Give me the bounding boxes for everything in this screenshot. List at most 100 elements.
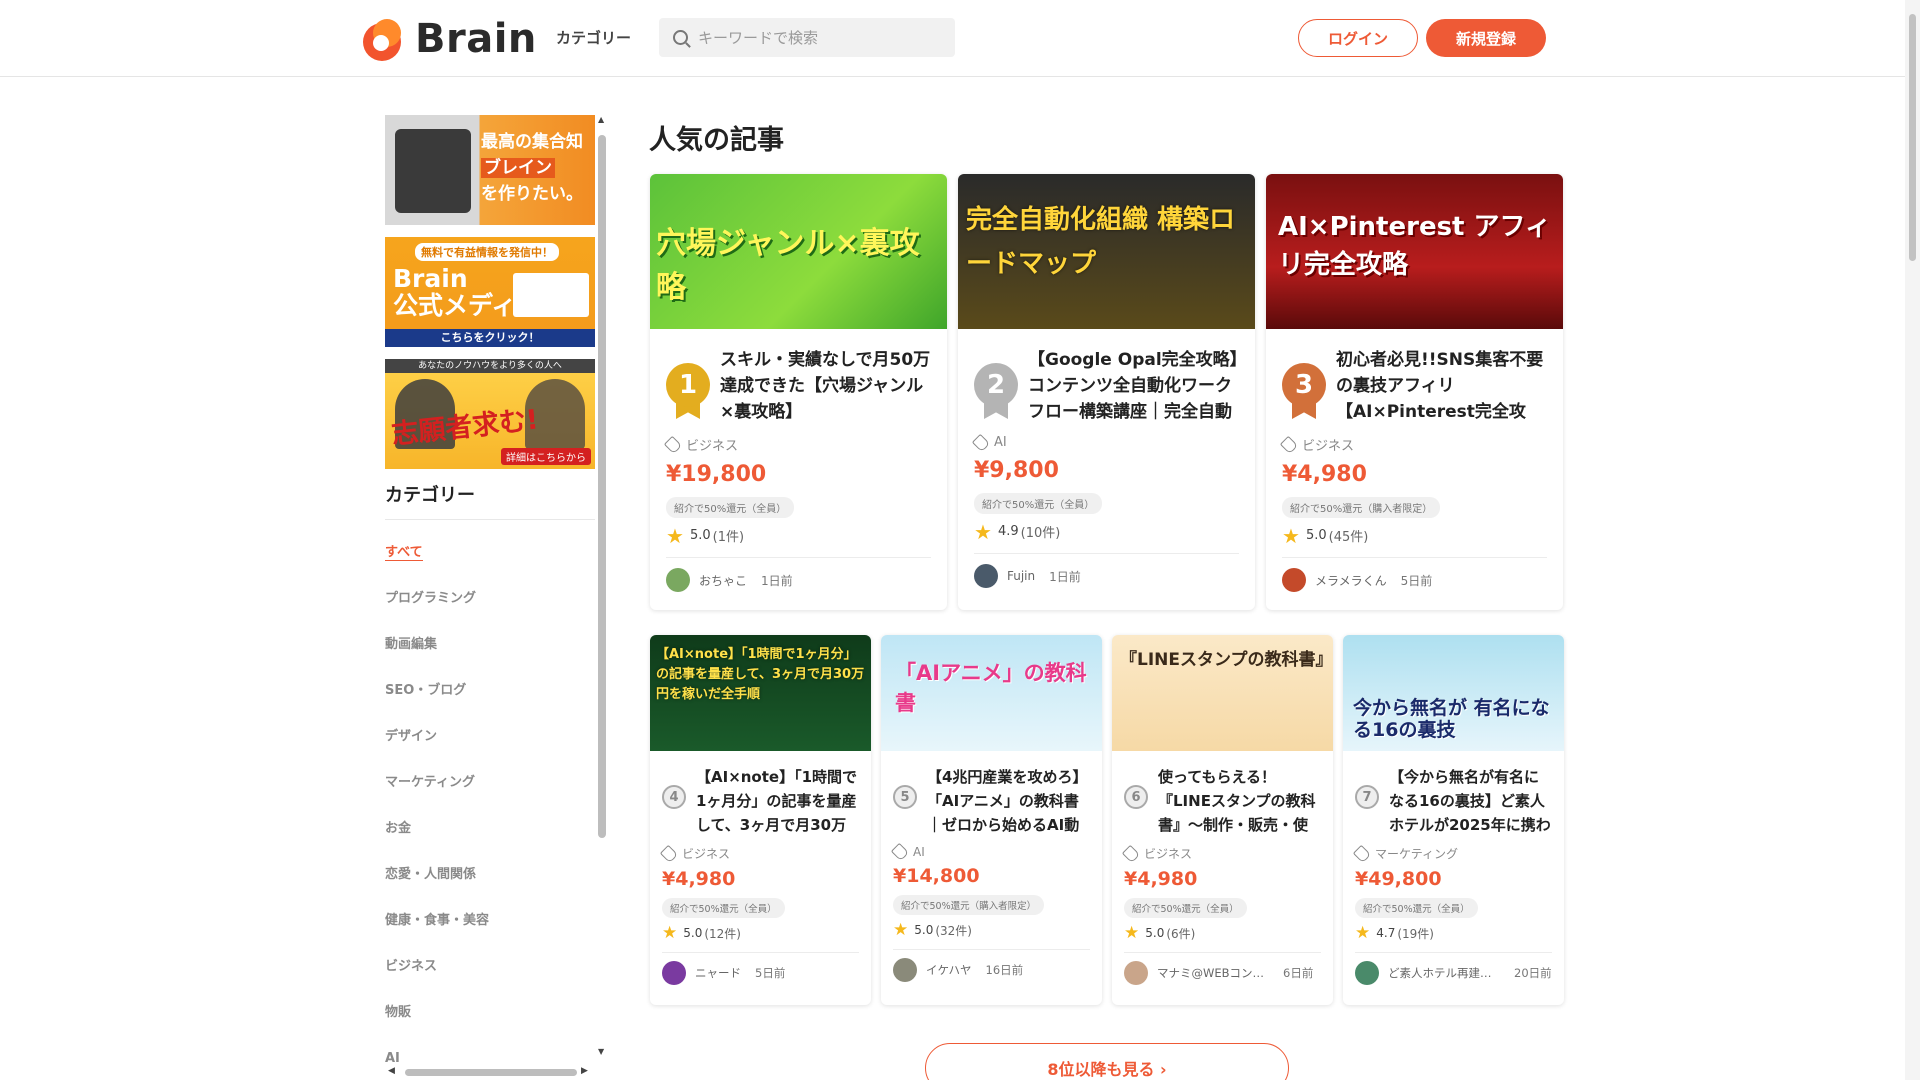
article-tag[interactable]: ビジネス bbox=[1121, 844, 1321, 863]
article-tag[interactable]: ビジネス bbox=[1279, 435, 1547, 454]
category-nav-link[interactable]: カテゴリー bbox=[556, 27, 631, 48]
show-more-button[interactable]: 8位以降も見る › bbox=[925, 1043, 1289, 1080]
category-item-retail[interactable]: 物販 bbox=[385, 990, 607, 1036]
page-title: 人気の記事 bbox=[649, 125, 784, 156]
category-item-money[interactable]: お金 bbox=[385, 806, 607, 852]
banner-recruit[interactable]: あなたのノウハウをより多くの人へ 志願者求む! 詳細はこちらから bbox=[385, 359, 595, 469]
rank-3-medal-icon: 3 bbox=[1282, 363, 1326, 419]
article-author[interactable]: メラメラくん 5日前 bbox=[1282, 557, 1547, 592]
article-author[interactable]: マナミ@WEBコンサル 6日前 bbox=[1124, 952, 1321, 985]
article-rating: ★ 5.0 (1件) bbox=[666, 523, 745, 548]
article-card[interactable]: 『LINEスタンプの教科書』 6 使ってもらえる！『LINEスタンプの教科書』〜… bbox=[1112, 635, 1333, 1005]
article-author[interactable]: イケハヤ 16日前 bbox=[893, 949, 1090, 982]
article-title[interactable]: 【今から無名が有名になる16の裏技】ど素人ホテルが2025年に携わった bbox=[1389, 765, 1552, 837]
article-rating: ★ 5.0 (32件) bbox=[893, 920, 972, 940]
banner-official-media[interactable]: 無料で有益情報を発信中！ Brain 公式メディア こちらをクリック！ bbox=[385, 237, 595, 347]
category-item-video-editing[interactable]: 動画編集 bbox=[385, 622, 607, 668]
rank-badge: 5 bbox=[893, 785, 917, 809]
article-thumbnail: 今から無名が 有名になる16の裏技 bbox=[1343, 635, 1564, 751]
sidebar-horizontal-scrollbar[interactable]: ◀ ▶ bbox=[385, 1066, 590, 1078]
category-item-relationships[interactable]: 恋愛・人間関係 bbox=[385, 852, 607, 898]
article-title[interactable]: 【Google Opal完全攻略】コンテンツ全自動化ワークフロー構築講座｜完全自… bbox=[1028, 347, 1239, 425]
referral-badge: 紹介で50%還元（全員） bbox=[666, 497, 795, 518]
sidebar-scrollbar[interactable]: ▲ ▼ bbox=[597, 115, 607, 1060]
banner-text: ブレイン bbox=[481, 158, 555, 178]
article-title[interactable]: 【AI×note】「1時間で1ヶ月分」の記事を量産して、3ヶ月で月30万円を稼い… bbox=[696, 765, 859, 837]
signup-button[interactable]: 新規登録 bbox=[1426, 19, 1546, 57]
article-tag[interactable]: ビジネス bbox=[659, 844, 859, 863]
thumbnail-text: 穴場ジャンル×裏攻略 bbox=[656, 226, 920, 305]
window-scrollbar[interactable] bbox=[1905, 0, 1920, 1080]
article-price: ¥9,800 bbox=[974, 458, 1059, 483]
scroll-right-arrow-icon[interactable]: ▶ bbox=[581, 1066, 588, 1076]
article-card[interactable]: 【AI×note】「1時間で1ヶ月分」の記事を量産して、3ヶ月で月30万円を稼い… bbox=[650, 635, 871, 1005]
referral-badge: 紹介で50%還元（購入者限定） bbox=[893, 895, 1045, 915]
article-author[interactable]: おちゃこ 1日前 bbox=[666, 557, 931, 592]
search-input[interactable] bbox=[698, 28, 938, 47]
article-card[interactable]: 「AIアニメ」の教科書 5 【4兆円産業を攻めろ】「AIアニメ」の教科書｜ゼロか… bbox=[881, 635, 1102, 1005]
tag-icon bbox=[659, 844, 679, 863]
article-author[interactable]: Fujin 1日前 bbox=[974, 553, 1239, 588]
avatar bbox=[1124, 961, 1148, 985]
category-item-seo-blog[interactable]: SEO・ブログ bbox=[385, 668, 607, 714]
tag-icon bbox=[1121, 844, 1141, 863]
article-price: ¥4,980 bbox=[662, 868, 736, 890]
banner-brain-concept[interactable]: 最高の集合知 ブレイン を作りたい。 bbox=[385, 115, 595, 225]
article-rating: ★ 5.0 (45件) bbox=[1282, 523, 1369, 548]
article-title[interactable]: 【4兆円産業を攻めろ】「AIアニメ」の教科書｜ゼロから始めるAI動画制作 bbox=[927, 765, 1090, 837]
person-photo bbox=[395, 129, 471, 213]
scroll-down-arrow-icon[interactable]: ▼ bbox=[598, 1047, 604, 1056]
star-icon: ★ bbox=[1124, 923, 1140, 943]
avatar bbox=[1282, 568, 1306, 592]
article-title[interactable]: 初心者必見!!SNS集客不要の裏技アフィリ【AI×Pinterest完全攻略】 bbox=[1336, 347, 1547, 425]
login-button[interactable]: ログイン bbox=[1298, 19, 1418, 57]
category-item-design[interactable]: デザイン bbox=[385, 714, 607, 760]
category-item-marketing[interactable]: マーケティング bbox=[385, 760, 607, 806]
scroll-up-arrow-icon[interactable]: ▲ bbox=[598, 115, 604, 124]
referral-badge: 紹介で50%還元（全員） bbox=[1124, 898, 1247, 918]
category-item-programming[interactable]: プログラミング bbox=[385, 576, 607, 622]
category-item-business[interactable]: ビジネス bbox=[385, 944, 607, 990]
sidebar-scrollbar-thumb[interactable] bbox=[598, 135, 606, 838]
brain-logo-icon bbox=[359, 17, 407, 61]
article-tag[interactable]: マーケティング bbox=[1352, 844, 1552, 863]
rank-badge: 6 bbox=[1124, 785, 1148, 809]
article-rating: ★ 4.7 (19件) bbox=[1355, 923, 1434, 943]
article-card[interactable]: 完全自動化組織 構築ロードマップ 2 【Google Opal完全攻略】コンテン… bbox=[958, 174, 1255, 610]
article-thumbnail: 穴場ジャンル×裏攻略 bbox=[650, 174, 947, 329]
tag-icon bbox=[890, 842, 910, 862]
rank-badge: 7 bbox=[1355, 785, 1379, 809]
sidebar-horizontal-scrollbar-thumb[interactable] bbox=[405, 1069, 577, 1076]
article-price: ¥49,800 bbox=[1355, 868, 1442, 890]
article-thumbnail: 「AIアニメ」の教科書 bbox=[881, 635, 1102, 751]
article-tag[interactable]: ビジネス bbox=[663, 435, 931, 454]
search-box[interactable] bbox=[659, 18, 955, 57]
article-author[interactable]: ニャード 5日前 bbox=[662, 952, 859, 985]
article-tag[interactable]: AI bbox=[890, 842, 1090, 862]
article-author[interactable]: ど素人ホテル再建計画 20日前 bbox=[1355, 952, 1552, 985]
thumbnail-text: 今から無名が 有名になる16の裏技 bbox=[1353, 697, 1550, 741]
article-tag[interactable]: AI bbox=[971, 433, 1239, 452]
screen-graphic bbox=[513, 273, 589, 317]
brain-logo[interactable]: Brain bbox=[359, 16, 537, 62]
category-item-all[interactable]: すべて bbox=[385, 530, 607, 576]
star-icon: ★ bbox=[974, 519, 992, 544]
article-card[interactable]: AI×Pinterest アフィリ完全攻略 3 初心者必見!!SNS集客不要の裏… bbox=[1266, 174, 1563, 610]
star-icon: ★ bbox=[1282, 523, 1300, 548]
thumbnail-text: 完全自動化組織 構築ロードマップ bbox=[966, 205, 1236, 279]
category-item-health[interactable]: 健康・食事・美容 bbox=[385, 898, 607, 944]
category-list: すべて プログラミング 動画編集 SEO・ブログ デザイン マーケティング お金… bbox=[385, 530, 607, 1080]
article-price: ¥4,980 bbox=[1124, 868, 1198, 890]
article-price: ¥14,800 bbox=[893, 865, 980, 887]
article-title[interactable]: 使ってもらえる！『LINEスタンプの教科書』〜制作・販売・使ってもらうためにやる… bbox=[1158, 765, 1321, 837]
tag-icon bbox=[663, 435, 683, 454]
rank-badge: 4 bbox=[662, 785, 686, 809]
article-card[interactable]: 穴場ジャンル×裏攻略 1 スキル・実績なしで月50万達成できた【穴場ジャンル×裏… bbox=[650, 174, 947, 610]
scroll-left-arrow-icon[interactable]: ◀ bbox=[388, 1066, 395, 1076]
referral-badge: 紹介で50%還元（購入者限定） bbox=[1282, 497, 1441, 518]
article-title[interactable]: スキル・実績なしで月50万達成できた【穴場ジャンル×裏攻略】 bbox=[720, 347, 931, 425]
rank-1-medal-icon: 1 bbox=[666, 363, 710, 419]
article-card[interactable]: 今から無名が 有名になる16の裏技 7 【今から無名が有名になる16の裏技】ど素… bbox=[1343, 635, 1564, 1005]
banner-cta: こちらをクリック！ bbox=[385, 329, 595, 347]
window-scrollbar-thumb[interactable] bbox=[1909, 14, 1916, 261]
